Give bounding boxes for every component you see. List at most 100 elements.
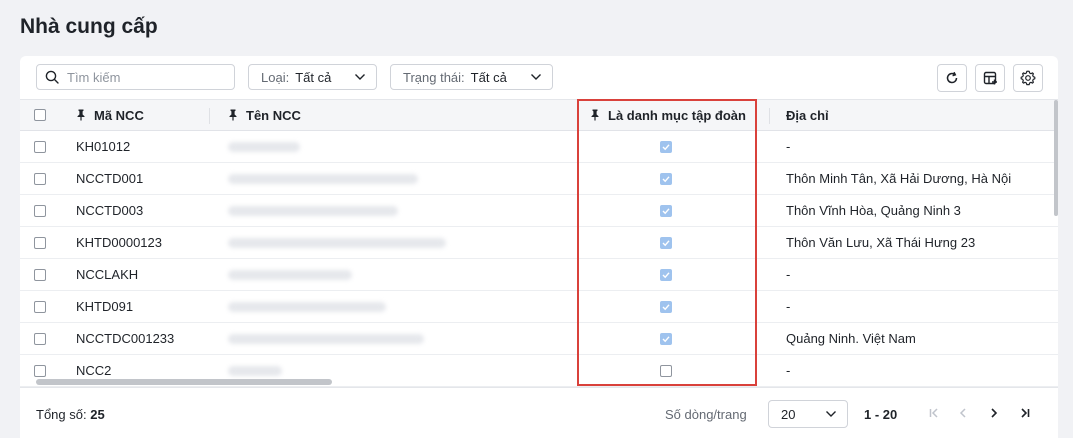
search-icon xyxy=(45,70,59,84)
column-header-code-label: Mã NCC xyxy=(94,107,144,123)
checkmark-icon xyxy=(662,239,670,246)
select-all-checkbox[interactable] xyxy=(34,109,46,121)
settings-button[interactable] xyxy=(1013,64,1043,92)
row-name-redacted xyxy=(228,291,580,322)
table-row[interactable]: NCCTD003 Thôn Vĩnh Hòa, Quảng Ninh 3 xyxy=(20,195,1058,227)
select-all-checkbox-cell xyxy=(20,100,60,130)
page-size-dropdown[interactable]: 20 xyxy=(768,400,848,428)
row-address: Quảng Ninh. Việt Nam xyxy=(786,331,916,346)
rows-per-page-label: Số dòng/trang xyxy=(665,407,747,422)
next-page-button[interactable] xyxy=(986,405,1002,421)
column-divider[interactable] xyxy=(209,108,210,124)
pin-icon[interactable] xyxy=(76,109,86,121)
column-header-address[interactable]: Địa chỉ xyxy=(786,100,1058,130)
table-row[interactable]: NCCTD001 Thôn Minh Tân, Xã Hải Dương, Hà… xyxy=(20,163,1058,195)
pin-icon[interactable] xyxy=(228,109,238,121)
row-address: - xyxy=(786,139,791,154)
group-checkbox xyxy=(660,364,672,377)
vertical-scrollbar[interactable] xyxy=(1054,100,1058,216)
filter-type-label: Loại: xyxy=(261,69,290,85)
refresh-button[interactable] xyxy=(937,64,967,92)
gear-icon xyxy=(1020,70,1036,86)
row-checkbox-cell xyxy=(20,131,60,162)
total-count-value: 25 xyxy=(90,407,105,422)
row-code: NCCTDC001233 xyxy=(76,331,175,346)
group-checkbox xyxy=(660,236,672,249)
column-header-group-catalog[interactable]: Là danh mục tập đoàn xyxy=(576,100,756,130)
row-name-redacted xyxy=(228,227,580,258)
page-size-value: 20 xyxy=(781,406,796,422)
table-row[interactable]: NCCLAKH - xyxy=(20,259,1058,291)
row-checkbox-cell xyxy=(20,163,60,194)
row-checkbox[interactable] xyxy=(34,300,46,313)
group-checkbox xyxy=(660,268,672,281)
search-box[interactable] xyxy=(36,64,235,90)
row-address: - xyxy=(786,363,791,378)
row-name-redacted xyxy=(228,195,580,226)
row-checkbox-cell xyxy=(20,291,60,322)
checkmark-icon xyxy=(662,175,670,182)
column-settings-icon xyxy=(983,71,997,84)
first-page-button[interactable] xyxy=(926,405,942,421)
row-address: Thôn Văn Lưu, Xã Thái Hưng 23 xyxy=(786,235,976,250)
supplier-table: Mã NCC Tên NCC Là danh mục tập đoàn Địa … xyxy=(20,99,1058,387)
row-checkbox[interactable] xyxy=(34,268,46,281)
row-group-checkbox-cell xyxy=(576,355,756,386)
row-checkbox[interactable] xyxy=(34,140,46,153)
row-checkbox-cell xyxy=(20,195,60,226)
page-range: 1 - 20 xyxy=(864,407,898,422)
total-count-label: Tổng số: xyxy=(36,407,87,422)
row-address: - xyxy=(786,299,791,314)
table-row[interactable]: NCCTDC001233 Quảng Ninh. Việt Nam xyxy=(20,323,1058,355)
toolbar: Loại: Tất cả Trạng thái: Tất cả xyxy=(20,56,1058,99)
row-address: - xyxy=(786,267,791,282)
row-name-redacted xyxy=(228,131,580,162)
column-header-name-label: Tên NCC xyxy=(246,107,301,123)
group-checkbox xyxy=(660,172,672,185)
row-code: NCCLAKH xyxy=(76,267,139,282)
table-row[interactable]: KH01012 - xyxy=(20,131,1058,163)
filter-type-dropdown[interactable]: Loại: Tất cả xyxy=(248,64,377,90)
row-checkbox[interactable] xyxy=(34,204,46,217)
column-settings-button[interactable] xyxy=(975,64,1005,92)
column-header-address-label: Địa chỉ xyxy=(786,107,829,123)
row-checkbox[interactable] xyxy=(34,332,46,345)
checkmark-icon xyxy=(662,143,670,150)
row-checkbox[interactable] xyxy=(34,236,46,249)
filter-status-dropdown[interactable]: Trạng thái: Tất cả xyxy=(390,64,553,90)
column-divider[interactable] xyxy=(769,108,770,124)
column-header-name[interactable]: Tên NCC xyxy=(228,100,580,130)
group-checkbox xyxy=(660,300,672,313)
page-title: Nhà cung cấp xyxy=(20,15,158,38)
pin-icon[interactable] xyxy=(590,109,600,121)
filter-status-label: Trạng thái: xyxy=(403,69,465,85)
chevron-left-icon xyxy=(959,408,966,418)
group-checkbox xyxy=(660,140,672,153)
row-checkbox-cell xyxy=(20,323,60,354)
search-input[interactable] xyxy=(67,69,217,85)
row-checkbox[interactable] xyxy=(34,364,46,377)
horizontal-scrollbar[interactable] xyxy=(36,379,332,385)
row-group-checkbox-cell xyxy=(576,131,756,162)
row-checkbox-cell xyxy=(20,227,60,258)
row-name-redacted xyxy=(228,323,580,354)
previous-page-button[interactable] xyxy=(955,405,971,421)
row-group-checkbox-cell xyxy=(576,323,756,354)
column-header-group-catalog-label: Là danh mục tập đoàn xyxy=(608,107,746,123)
row-group-checkbox-cell xyxy=(576,227,756,258)
checkmark-icon xyxy=(662,271,670,278)
total-count: Tổng số: 25 xyxy=(36,407,105,422)
column-header-code[interactable]: Mã NCC xyxy=(76,100,210,130)
row-code: KH01012 xyxy=(76,139,131,154)
row-group-checkbox-cell xyxy=(576,195,756,226)
row-code: NCCTD001 xyxy=(76,171,144,186)
row-group-checkbox-cell xyxy=(576,291,756,322)
table-row[interactable]: KHTD0000123 Thôn Văn Lưu, Xã Thái Hưng 2… xyxy=(20,227,1058,259)
row-code: KHTD091 xyxy=(76,299,134,314)
table-row[interactable]: KHTD091 - xyxy=(20,291,1058,323)
row-checkbox[interactable] xyxy=(34,172,46,185)
last-page-button[interactable] xyxy=(1017,405,1033,421)
group-checkbox xyxy=(660,332,672,345)
table-footer: Tổng số: 25 Số dòng/trang 20 1 - 20 xyxy=(20,387,1058,438)
chevron-down-icon xyxy=(825,410,837,418)
